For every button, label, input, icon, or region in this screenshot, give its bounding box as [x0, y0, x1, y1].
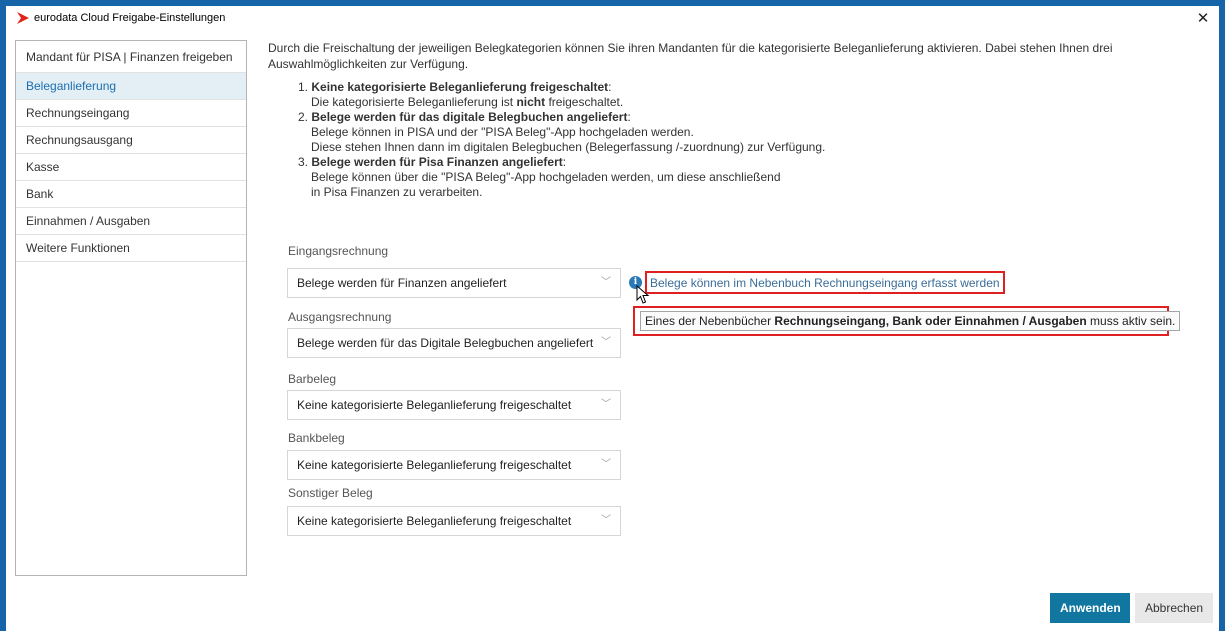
option-title: Belege werden für Pisa Finanzen angelief…: [311, 155, 563, 169]
intro-text: Durch die Freischaltung der jeweiligen B…: [268, 41, 1113, 71]
option-title: Belege werden für das digitale Belegbuch…: [311, 110, 628, 124]
option-number: 1.: [298, 80, 309, 94]
chevron-down-icon: ﹀: [601, 277, 611, 288]
option-colon: :: [608, 80, 612, 94]
option-colon: :: [562, 155, 567, 169]
eurodata-logo-icon: [17, 12, 29, 24]
select-value: Belege werden für das Digitale Belegbuch…: [297, 336, 594, 350]
select-value: Belege werden für Finanzen angeliefert: [297, 276, 507, 290]
tooltip: Eines der Nebenbücher Rechnungseingang, …: [640, 311, 1181, 331]
select-bankbeleg[interactable]: Keine kategorisierte Beleganlieferung fr…: [287, 450, 621, 480]
tooltip-text: muss aktiv sein.: [1086, 314, 1176, 328]
label-bankbeleg: Bankbeleg: [288, 431, 345, 445]
option-2: 2. Belege werden für das digitale Belegb…: [298, 110, 1208, 155]
option-colon: :: [627, 110, 631, 124]
option-title: Keine kategorisierte Beleganlieferung fr…: [311, 80, 609, 94]
option-desc: Belege können über die "PISA Beleg"-App …: [311, 170, 781, 184]
chevron-down-icon: ﹀: [601, 515, 611, 526]
select-value: Keine kategorisierte Beleganlieferung fr…: [297, 514, 572, 528]
option-desc-emphasis: nicht: [516, 95, 546, 109]
option-list: 1. Keine kategorisierte Beleganlieferung…: [268, 80, 1208, 200]
sidebar-item-kasse[interactable]: Kasse: [16, 154, 246, 181]
label-eingangsrechnung: Eingangsrechnung: [288, 244, 389, 258]
select-eingangsrechnung[interactable]: Belege werden für Finanzen angeliefert ﹀: [287, 268, 621, 298]
sidebar-item-mandant-freigeben[interactable]: Mandant für PISA | Finanzen freigeben: [16, 41, 246, 73]
option-number: 2.: [298, 110, 309, 124]
label-sonstiger-beleg: Sonstiger Beleg: [288, 486, 373, 500]
apply-button[interactable]: Anwenden: [1050, 593, 1130, 623]
window-title: eurodata Cloud Freigabe-Einstellungen: [34, 12, 226, 24]
option-desc: Die kategorisierte Beleganlieferung ist: [311, 95, 517, 109]
sidebar-item-beleganlieferung[interactable]: Beleganlieferung: [16, 73, 246, 100]
sidebar-item-weitere-funktionen[interactable]: Weitere Funktionen: [16, 235, 246, 262]
option-desc: freigeschaltet.: [545, 95, 624, 109]
select-barbeleg[interactable]: Keine kategorisierte Beleganlieferung fr…: [287, 390, 621, 420]
cancel-button[interactable]: Abbrechen: [1135, 593, 1213, 623]
option-desc: in Pisa Finanzen zu verarbeiten.: [311, 185, 483, 199]
settings-sidebar: Mandant für PISA | Finanzen freigeben Be…: [15, 40, 247, 576]
option-1: 1. Keine kategorisierte Beleganlieferung…: [298, 80, 1208, 110]
label-barbeleg: Barbeleg: [288, 372, 337, 386]
close-icon[interactable]: ✕: [1193, 8, 1213, 28]
chevron-down-icon: ﹀: [601, 399, 611, 410]
title-bar: eurodata Cloud Freigabe-Einstellungen ✕: [6, 6, 1219, 32]
sidebar-item-bank[interactable]: Bank: [16, 181, 246, 208]
chevron-down-icon: ﹀: [601, 459, 611, 470]
option-desc: Belege können in PISA und der "PISA Bele…: [311, 125, 694, 139]
tooltip-text-bold: Rechnungseingang, Bank oder Einnahmen / …: [774, 314, 1087, 328]
option-number: 3.: [298, 155, 309, 169]
hint-text-highlighted: Belege können im Nebenbuch Rechnungseing…: [645, 271, 1005, 294]
tooltip-text: Eines der Nebenbücher: [645, 314, 775, 328]
label-ausgangsrechnung: Ausgangsrechnung: [288, 310, 392, 324]
select-value: Keine kategorisierte Beleganlieferung fr…: [297, 458, 572, 472]
select-sonstiger-beleg[interactable]: Keine kategorisierte Beleganlieferung fr…: [287, 506, 621, 536]
sidebar-item-rechnungseingang[interactable]: Rechnungseingang: [16, 100, 246, 127]
main-content: Durch die Freischaltung der jeweiligen B…: [268, 40, 1208, 200]
option-desc: Diese stehen Ihnen dann im digitalen Bel…: [311, 140, 826, 154]
mouse-cursor-icon: [636, 285, 650, 304]
select-ausgangsrechnung[interactable]: Belege werden für das Digitale Belegbuch…: [287, 328, 621, 358]
chevron-down-icon: ﹀: [601, 337, 611, 348]
select-value: Keine kategorisierte Beleganlieferung fr…: [297, 398, 572, 412]
option-3: 3. Belege werden für Pisa Finanzen angel…: [298, 155, 1208, 200]
sidebar-item-rechnungsausgang[interactable]: Rechnungsausgang: [16, 127, 246, 154]
sidebar-item-einnahmen-ausgaben[interactable]: Einnahmen / Ausgaben: [16, 208, 246, 235]
